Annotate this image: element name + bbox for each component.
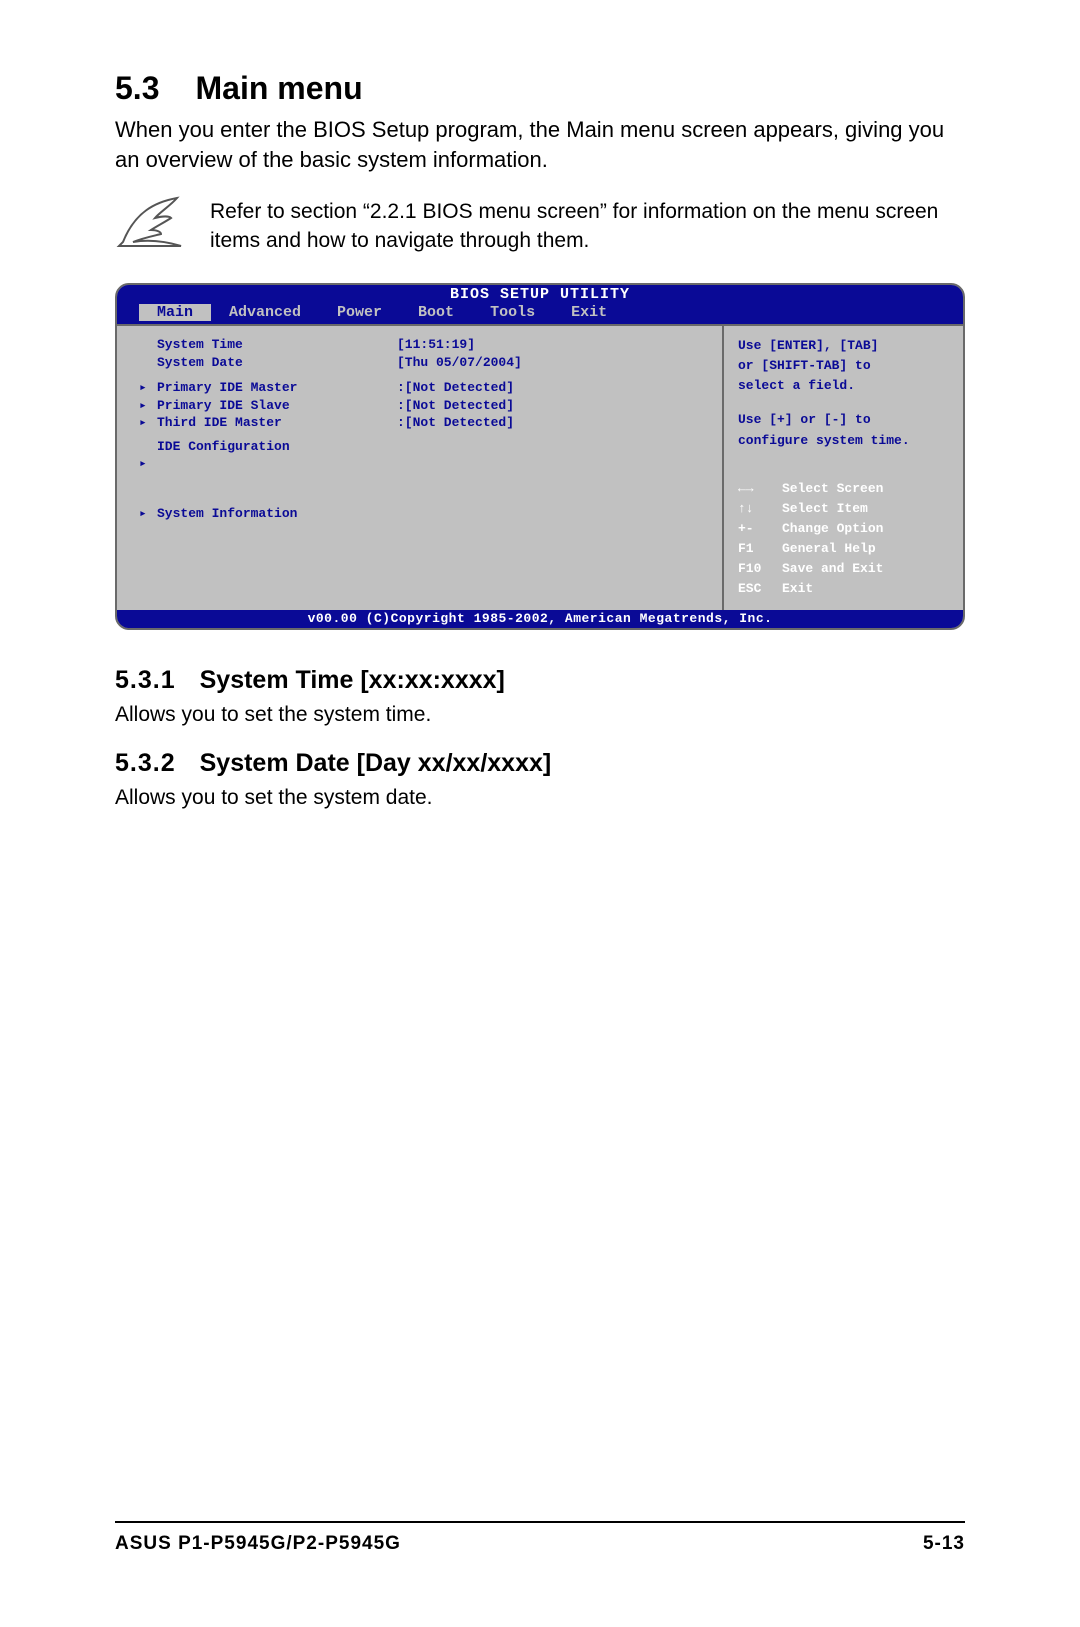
bios-nav-help: ←→Select Screen ↑↓Select Item +-Change O… bbox=[738, 479, 953, 600]
bios-value: :[Not Detected] bbox=[397, 397, 712, 415]
bios-tab-boot[interactable]: Boot bbox=[400, 304, 472, 321]
nav-key: ←→ bbox=[738, 479, 782, 499]
bios-value: [11:51:19] bbox=[397, 336, 712, 354]
bios-row-system-information[interactable]: ▸ System Information bbox=[139, 505, 712, 523]
subsection-number: 5.3.1 bbox=[115, 666, 176, 695]
help-line: configure system time. bbox=[738, 431, 953, 451]
help-line: select a field. bbox=[738, 376, 953, 396]
bios-tab-advanced[interactable]: Advanced bbox=[211, 304, 319, 321]
bios-label: Primary IDE Master bbox=[157, 379, 397, 397]
submenu-arrow-icon: ▸ bbox=[139, 455, 157, 473]
nav-key: F1 bbox=[738, 539, 782, 559]
bios-row-primary-ide-master[interactable]: ▸ Primary IDE Master :[Not Detected] bbox=[139, 379, 712, 397]
blank-arrow bbox=[139, 354, 157, 372]
bios-tab-exit[interactable]: Exit bbox=[553, 304, 625, 321]
help-line: or [SHIFT-TAB] to bbox=[738, 356, 953, 376]
bios-row-blank-arrow: ▸ bbox=[139, 455, 712, 473]
bios-label: Primary IDE Slave bbox=[157, 397, 397, 415]
bios-value: [Thu 05/07/2004] bbox=[397, 354, 712, 372]
nav-desc: Select Item bbox=[782, 499, 868, 519]
submenu-arrow-icon: ▸ bbox=[139, 397, 157, 415]
note-text: Refer to section “2.2.1 BIOS menu screen… bbox=[210, 192, 965, 255]
bios-tab-bar: Main Advanced Power Boot Tools Exit bbox=[117, 303, 963, 324]
bios-tab-main[interactable]: Main bbox=[139, 304, 211, 321]
subsection-heading: 5.3.1 System Time [xx:xx:xxxx] bbox=[115, 666, 965, 695]
bios-label: IDE Configuration bbox=[157, 438, 397, 456]
bios-label: System Time bbox=[157, 336, 397, 354]
bios-screenshot: BIOS SETUP UTILITY Main Advanced Power B… bbox=[115, 283, 965, 630]
footer-page-number: 5-13 bbox=[923, 1533, 965, 1555]
submenu-arrow-icon: ▸ bbox=[139, 379, 157, 397]
nav-desc: General Help bbox=[782, 539, 876, 559]
blank-arrow bbox=[139, 438, 157, 456]
bios-label: Third IDE Master bbox=[157, 414, 397, 432]
help-line: Use [ENTER], [TAB] bbox=[738, 336, 953, 356]
bios-tab-power[interactable]: Power bbox=[319, 304, 400, 321]
nav-key: F10 bbox=[738, 559, 782, 579]
section-heading: 5.3 Main menu bbox=[115, 70, 965, 107]
nav-desc: Change Option bbox=[782, 519, 883, 539]
bios-copyright: v00.00 (C)Copyright 1985-2002, American … bbox=[117, 610, 963, 628]
pencil-note-icon bbox=[115, 192, 190, 252]
nav-key: ↑↓ bbox=[738, 499, 782, 519]
nav-key: +- bbox=[738, 519, 782, 539]
bios-value: :[Not Detected] bbox=[397, 414, 712, 432]
subsection-desc: Allows you to set the system date. bbox=[115, 786, 965, 810]
subsection-number: 5.3.2 bbox=[115, 749, 176, 778]
bios-help-panel: Use [ENTER], [TAB] or [SHIFT-TAB] to sel… bbox=[724, 324, 963, 610]
section-number: 5.3 bbox=[115, 70, 159, 107]
footer-product: ASUS P1-P5945G/P2-P5945G bbox=[115, 1533, 401, 1555]
nav-desc: Save and Exit bbox=[782, 559, 883, 579]
submenu-arrow-icon: ▸ bbox=[139, 505, 157, 523]
nav-desc: Exit bbox=[782, 579, 813, 599]
section-title: Main menu bbox=[195, 70, 362, 107]
submenu-arrow-icon: ▸ bbox=[139, 414, 157, 432]
bios-row-system-date[interactable]: System Date [Thu 05/07/2004] bbox=[139, 354, 712, 372]
bios-label: System Date bbox=[157, 354, 397, 372]
nav-key: ESC bbox=[738, 579, 782, 599]
bios-title: BIOS SETUP UTILITY bbox=[117, 285, 963, 303]
page-footer: ASUS P1-P5945G/P2-P5945G 5-13 bbox=[115, 1521, 965, 1555]
subsection-heading: 5.3.2 System Date [Day xx/xx/xxxx] bbox=[115, 749, 965, 778]
subsection-title: System Date [Day xx/xx/xxxx] bbox=[200, 749, 552, 778]
bios-row-primary-ide-slave[interactable]: ▸ Primary IDE Slave :[Not Detected] bbox=[139, 397, 712, 415]
bios-label: System Information bbox=[157, 505, 397, 523]
blank-arrow bbox=[139, 336, 157, 354]
subsection-title: System Time [xx:xx:xxxx] bbox=[200, 666, 505, 695]
subsection-desc: Allows you to set the system time. bbox=[115, 703, 965, 727]
nav-desc: Select Screen bbox=[782, 479, 883, 499]
section-intro: When you enter the BIOS Setup program, t… bbox=[115, 115, 965, 174]
bios-row-ide-configuration[interactable]: IDE Configuration bbox=[139, 438, 712, 456]
bios-value: :[Not Detected] bbox=[397, 379, 712, 397]
bios-tab-tools[interactable]: Tools bbox=[472, 304, 553, 321]
bios-row-system-time[interactable]: System Time [11:51:19] bbox=[139, 336, 712, 354]
help-line: Use [+] or [-] to bbox=[738, 410, 953, 430]
bios-row-third-ide-master[interactable]: ▸ Third IDE Master :[Not Detected] bbox=[139, 414, 712, 432]
note-callout: Refer to section “2.2.1 BIOS menu screen… bbox=[115, 192, 965, 255]
bios-main-panel: System Time [11:51:19] System Date [Thu … bbox=[117, 324, 724, 610]
